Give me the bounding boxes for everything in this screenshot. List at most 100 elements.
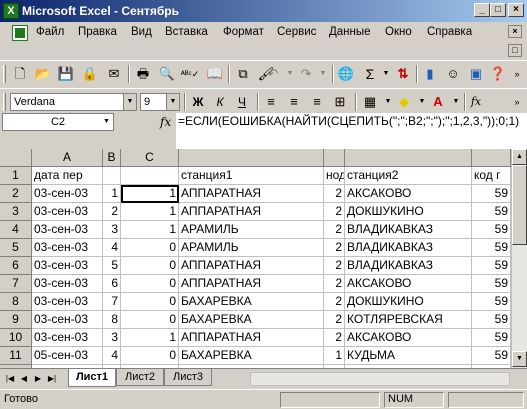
research-icon[interactable]: 📖 bbox=[205, 65, 225, 83]
copy-icon[interactable]: ⧉ bbox=[233, 65, 253, 83]
row-header[interactable]: 4 bbox=[0, 221, 32, 239]
cell-c[interactable]: 0 bbox=[121, 293, 179, 311]
cell-g[interactable]: 59 bbox=[472, 311, 511, 329]
cell-g[interactable]: 59 bbox=[472, 329, 511, 347]
cell-g[interactable]: 59 bbox=[472, 185, 511, 203]
fill-color-icon[interactable]: ◆ bbox=[394, 93, 414, 111]
cell-g[interactable]: 59 bbox=[472, 347, 511, 365]
cell-g[interactable]: 59 bbox=[472, 257, 511, 275]
menu-insert[interactable]: Вставка bbox=[165, 26, 208, 38]
cell-c[interactable]: 0 bbox=[121, 257, 179, 275]
cell-f[interactable]: КОТЛЯРЕВСКАЯ bbox=[345, 311, 472, 329]
cell-a[interactable]: 03-сен-03 bbox=[32, 185, 103, 203]
row-header[interactable]: 7 bbox=[0, 275, 32, 293]
row-header[interactable]: 6 bbox=[0, 257, 32, 275]
scroll-down-icon[interactable]: ▼ bbox=[512, 351, 527, 367]
scroll-up-icon[interactable]: ▲ bbox=[512, 149, 527, 165]
cell-c[interactable]: 1 bbox=[121, 221, 179, 239]
cell-g[interactable]: 59 bbox=[472, 275, 511, 293]
close-button[interactable]: × bbox=[508, 3, 524, 17]
borders-icon[interactable]: ▦ bbox=[360, 93, 380, 111]
select-all-corner[interactable] bbox=[0, 149, 32, 167]
column-header-c[interactable]: C bbox=[121, 149, 179, 167]
cell-a[interactable]: 03-сен-03 bbox=[32, 293, 103, 311]
cell-e[interactable]: 2 bbox=[324, 185, 345, 203]
cell-b[interactable]: 3 bbox=[103, 221, 121, 239]
cell-d[interactable]: АППАРАТНАЯ bbox=[179, 185, 324, 203]
row-header[interactable]: 1 bbox=[0, 167, 32, 185]
toolbar-options-icon[interactable]: » bbox=[507, 93, 527, 111]
name-box[interactable]: C2 ▼ bbox=[2, 113, 114, 131]
cell-a[interactable]: 03-сен-03 bbox=[32, 221, 103, 239]
cell-c[interactable]: 0 bbox=[121, 239, 179, 257]
cell-a[interactable]: 03-сен-03 bbox=[32, 329, 103, 347]
cell-f[interactable]: ВЛАДИКАВКАЗ bbox=[345, 257, 472, 275]
column-header-b[interactable]: B bbox=[103, 149, 121, 167]
cell-e[interactable]: 2 bbox=[324, 257, 345, 275]
cell-e[interactable]: 2 bbox=[324, 275, 345, 293]
redo-dropdown-icon[interactable]: ▼ bbox=[313, 65, 333, 83]
insert-function-button[interactable]: fx bbox=[466, 93, 486, 111]
cell-b[interactable]: 5 bbox=[103, 257, 121, 275]
font-size-select[interactable]: 9 ▼ bbox=[140, 93, 180, 111]
font-color-icon[interactable]: A bbox=[428, 93, 448, 111]
maximize-button[interactable]: □ bbox=[490, 3, 506, 17]
cell-b[interactable]: 7 bbox=[103, 293, 121, 311]
cell-d[interactable]: станция1 bbox=[179, 167, 324, 185]
menu-data[interactable]: Данные bbox=[329, 26, 371, 38]
open-icon[interactable]: 📂 bbox=[33, 65, 53, 83]
cell-d[interactable]: АППАРАТНАЯ bbox=[179, 257, 324, 275]
cell-d[interactable]: АРАМИЛЬ bbox=[179, 239, 324, 257]
cell-b[interactable] bbox=[103, 167, 121, 185]
cell-g[interactable]: 59 bbox=[472, 203, 511, 221]
cell-b[interactable]: 8 bbox=[103, 311, 121, 329]
print-icon[interactable]: 🖶 bbox=[133, 65, 153, 83]
vertical-scrollbar[interactable]: ▲ ▼ bbox=[511, 149, 527, 368]
cell-f[interactable]: АКСАКОВО bbox=[345, 329, 472, 347]
row-header[interactable]: 9 bbox=[0, 311, 32, 329]
formula-input[interactable]: =ЕСЛИ(ЕОШИБКА(НАЙТИ(СЦЕПИТЬ(";";B2;";");… bbox=[176, 113, 527, 149]
align-right-icon[interactable]: ≡ bbox=[307, 93, 327, 111]
toolbar-grip[interactable] bbox=[3, 93, 6, 111]
sort-icon[interactable]: ⇅ bbox=[393, 65, 413, 83]
cell-f[interactable]: КУДЬМА bbox=[345, 347, 472, 365]
row-header[interactable]: 10 bbox=[0, 329, 32, 347]
cell-e[interactable]: 1 bbox=[324, 347, 345, 365]
drawing-icon[interactable]: ▣ bbox=[466, 65, 486, 83]
align-center-icon[interactable]: ≡ bbox=[284, 93, 304, 111]
cell-a[interactable]: 03-сен-03 bbox=[32, 275, 103, 293]
cell-d[interactable]: АППАРАТНАЯ bbox=[179, 275, 324, 293]
workbook-restore-button[interactable]: □ bbox=[508, 44, 522, 57]
cell-g[interactable]: код г bbox=[472, 167, 511, 185]
cell-c[interactable]: 0 bbox=[121, 275, 179, 293]
chart-wizard-icon[interactable]: ▮ bbox=[420, 65, 440, 83]
cell-e[interactable]: 2 bbox=[324, 293, 345, 311]
chevron-down-icon[interactable]: ▼ bbox=[100, 114, 113, 130]
cell-d[interactable]: АРАМИЛЬ bbox=[179, 221, 324, 239]
cell-e[interactable]: 2 bbox=[324, 221, 345, 239]
excel-icon[interactable]: X bbox=[3, 3, 19, 19]
row-header[interactable]: 8 bbox=[0, 293, 32, 311]
first-sheet-icon[interactable]: |◀ bbox=[4, 372, 16, 386]
row-header[interactable]: 11 bbox=[0, 347, 32, 365]
mail-icon[interactable]: ✉ bbox=[104, 65, 124, 83]
tab-sheet1[interactable]: Лист1 bbox=[68, 369, 116, 387]
workbook-close-button[interactable]: × bbox=[508, 25, 522, 38]
hyperlink-icon[interactable]: 🌐 bbox=[336, 65, 356, 83]
cell-g[interactable]: 59 bbox=[472, 239, 511, 257]
menu-edit[interactable]: Правка bbox=[78, 26, 117, 38]
cell-d[interactable]: АППАРАТНАЯ bbox=[179, 329, 324, 347]
menu-format[interactable]: Формат bbox=[223, 26, 264, 38]
cell-e[interactable]: нод bbox=[324, 167, 345, 185]
smiley-icon[interactable]: ☺ bbox=[443, 65, 463, 83]
menu-tools[interactable]: Сервис bbox=[277, 26, 316, 38]
new-icon[interactable]: 🗋 bbox=[10, 65, 30, 83]
cell-b[interactable]: 4 bbox=[103, 239, 121, 257]
cell-d[interactable]: БАХАРЕВКА bbox=[179, 293, 324, 311]
chevron-down-icon[interactable]: ▼ bbox=[123, 94, 136, 110]
cell-a[interactable]: 03-сен-03 bbox=[32, 203, 103, 221]
tab-sheet2[interactable]: Лист2 bbox=[116, 369, 164, 386]
cell-f[interactable]: АКСАКОВО bbox=[345, 275, 472, 293]
horizontal-scrollbar[interactable] bbox=[250, 372, 510, 386]
cell-f[interactable]: ДОКШУКИНО bbox=[345, 293, 472, 311]
